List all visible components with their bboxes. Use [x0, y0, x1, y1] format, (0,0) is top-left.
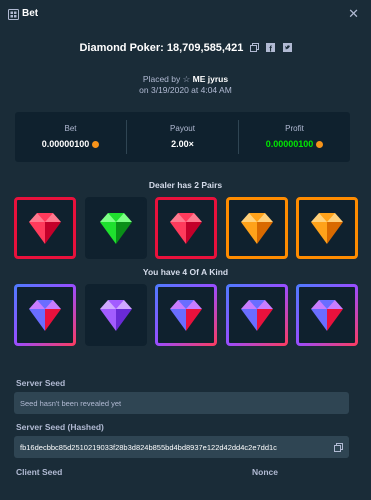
svg-text:f: f [270, 45, 273, 53]
red-gem-icon [170, 213, 202, 244]
orange-gem-icon [311, 213, 343, 244]
server-seed-hashed-field[interactable]: fb16decbbc85d2510219033f28b3d824b855bd4b… [14, 436, 349, 458]
server-seed-label: Server Seed [16, 378, 66, 388]
orange-gem-icon [240, 213, 273, 244]
stat-value: 0.00000100 [265, 139, 314, 149]
stat-profit: Profit 0.00000100 [238, 120, 350, 154]
player-result: You have 4 Of A Kind [142, 267, 229, 277]
copy-icon[interactable] [250, 43, 260, 52]
bet-icon [8, 9, 19, 20]
copy-icon [333, 442, 343, 452]
modal-header: Bet ✕ [0, 0, 371, 30]
stat-payout: Payout 2.00× [126, 120, 238, 154]
client-seed-label: Client Seed [16, 467, 63, 477]
placed-date: on 3/19/2020 at 4:04 AM [139, 85, 232, 95]
gem-card [296, 284, 358, 346]
bitcoin-icon [316, 141, 324, 148]
purple-gem-icon [99, 300, 132, 331]
multi-gem-icon [311, 300, 343, 331]
gem-card [84, 284, 147, 346]
gem-card [14, 197, 76, 259]
game-name: Diamond Poker: [79, 42, 164, 54]
star-icon: ☆ [182, 74, 191, 84]
copy-button[interactable] [327, 436, 349, 458]
gem-card [155, 284, 217, 346]
facebook-icon[interactable]: f [266, 43, 276, 53]
server-seed-field[interactable]: Seed hasn't been revealed yet [14, 392, 349, 414]
gem-card [84, 197, 147, 259]
red-gem-icon [29, 213, 61, 244]
game-title: Diamond Poker: 18,709,585,421 f [0, 42, 371, 54]
dealer-gems [14, 197, 358, 261]
close-icon[interactable]: ✕ [348, 6, 359, 22]
twitter-icon[interactable] [282, 43, 292, 52]
multi-gem-icon [29, 300, 61, 331]
gem-card [14, 284, 76, 346]
bet-stats: Bet 0.00000100 Payout 2.00× Profit 0.000… [15, 112, 350, 162]
bitcoin-icon [92, 141, 100, 148]
server-seed-hashed-label: Server Seed (Hashed) [16, 422, 104, 432]
placed-user[interactable]: ME jyrus [193, 74, 228, 84]
stat-value: 2.00× [171, 139, 194, 149]
dealer-result: Dealer has 2 Pairs [148, 180, 223, 190]
nonce-label: Nonce [252, 467, 278, 477]
stat-label: Bet [64, 124, 77, 133]
server-seed-hashed-value: fb16decbbc85d2510219033f28b3d824b855bd4b… [20, 443, 277, 452]
gem-card [155, 197, 217, 259]
player-gems [14, 284, 358, 348]
multi-gem-icon [170, 300, 202, 331]
gem-card [296, 197, 358, 259]
gem-card [226, 284, 288, 346]
bet-id: 18,709,585,421 [166, 42, 244, 54]
stat-label: Payout [170, 124, 195, 133]
stat-bet: Bet 0.00000100 [15, 112, 126, 162]
green-gem-icon [99, 213, 132, 244]
gem-card [225, 197, 288, 259]
multi-gem-icon [240, 300, 273, 331]
placed-info: Placed by ☆ ME jyrus on 3/19/2020 at 4:0… [0, 74, 371, 96]
stat-value: 0.00000100 [41, 139, 90, 149]
placed-by-text: Placed by [142, 74, 181, 84]
stat-label: Profit [285, 124, 304, 133]
modal-title: Bet [22, 8, 39, 19]
